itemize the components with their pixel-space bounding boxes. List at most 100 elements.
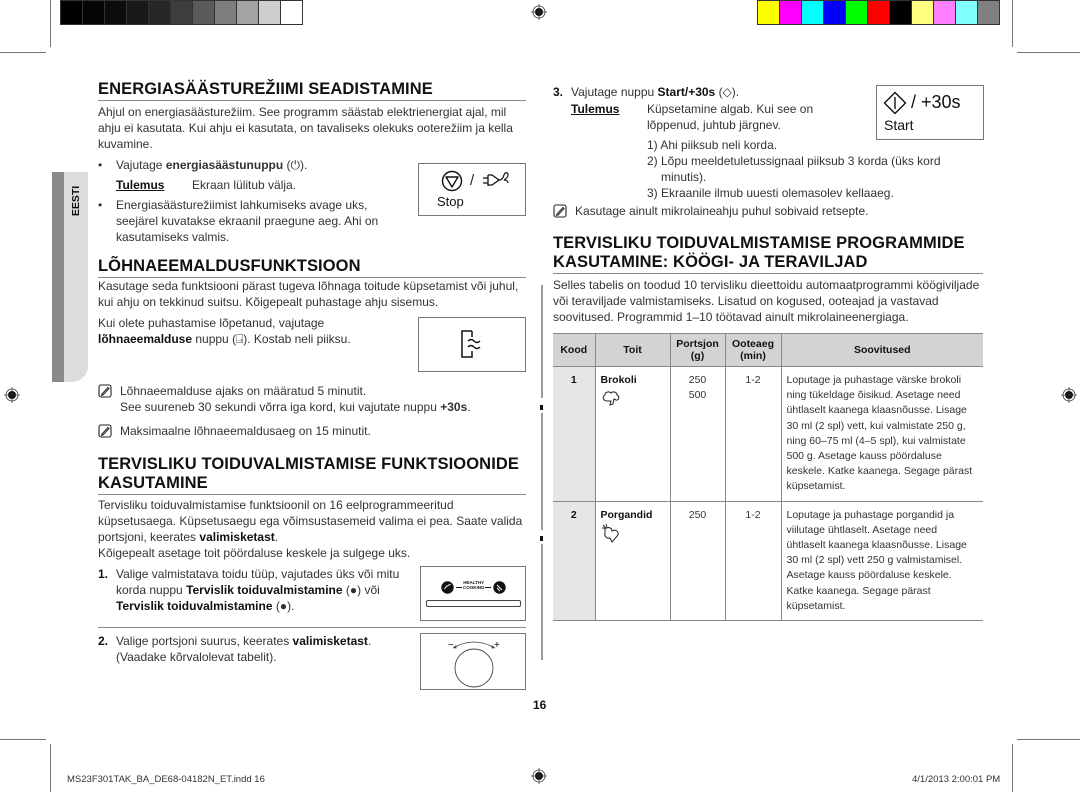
code-cell: 1: [553, 366, 595, 502]
programs-heading: TERVISLIKU TOIDUVALMISTAMISE PROGRAMMIDE…: [553, 234, 983, 274]
healthy-cooking-heading: TERVISLIKU TOIDUVALMISTAMISE FUNKTSIOONI…: [98, 455, 526, 495]
footer-filename: MS23F301TAK_BA_DE68-04182N_ET.indd 16: [67, 774, 265, 785]
table-row: 1 Brokoli 250 500 1-2 Loputage ja puhast…: [553, 366, 983, 502]
odour-note-2: Maksimaalne lõhnaeemaldusaeg on 15 minut…: [98, 423, 528, 439]
column-divider: [541, 285, 543, 398]
calibration-swatch: [171, 1, 192, 24]
column-header: Soovitused: [780, 333, 983, 367]
table-header-row: Kood Toit Portsjon (g) Ooteaeg (min) Soo…: [553, 333, 983, 367]
result-items: 1) Ahi piiksub neli korda. 2) Lõpu meeld…: [647, 137, 977, 201]
healthy-cooking-intro-2: Kõigepealt asetage toit pöördaluse keske…: [98, 546, 411, 560]
calibration-swatch: [281, 1, 302, 24]
result-item: 2) Lõpu meeldetuletussignaal piiksub 3 k…: [647, 154, 941, 184]
odour-instruction: Kui olete puhastamise lõpetanud, vajutag…: [98, 316, 351, 346]
control-panel-strip: [426, 600, 521, 607]
column-header: Portsjon (g): [669, 333, 725, 367]
portion-cell: 250: [669, 501, 725, 622]
result-text: Ekraan lülitub välja.: [192, 178, 297, 192]
energy-result: Tulemus Ekraan lülitub välja.: [116, 177, 416, 193]
registration-mark-icon: [4, 387, 20, 403]
step-divider: [98, 627, 526, 628]
grayscale-calibration-bar: [60, 0, 303, 25]
carrot-icon: [601, 523, 619, 543]
registration-mark-icon: [531, 4, 547, 20]
portion-cell: 250 500: [669, 366, 725, 502]
odour-button-panel: [418, 317, 526, 372]
color-calibration-bar: [757, 0, 1000, 25]
recipes-note: Kasutage ainult mikrolaineahju puhul sob…: [553, 203, 983, 219]
step-3-result: Tulemus Küpsetamine algab. Kui see on lõ…: [571, 101, 861, 133]
calibration-swatch: [802, 1, 823, 24]
dial-panel: − +: [420, 633, 526, 690]
result-label: Tulemus: [571, 102, 620, 116]
stop-button-panel: / Stop: [418, 163, 526, 216]
crop-mark: [0, 739, 46, 740]
footer-timestamp: 4/1/2013 2:00:01 PM: [912, 774, 1001, 785]
registration-mark-icon: [1061, 387, 1077, 403]
side-tab-stripe: [52, 172, 64, 382]
eco-plug-icon: [483, 172, 509, 186]
broccoli-icon: [602, 391, 619, 406]
crop-mark: [50, 0, 51, 47]
healthy-cooking-panel: HEALTHY COOKING: [420, 566, 526, 621]
start-button-panel: / +30s Start: [876, 85, 984, 140]
calibration-swatch: [193, 1, 214, 24]
calibration-swatch: [237, 1, 258, 24]
column-divider: [541, 544, 543, 660]
crop-mark: [50, 744, 51, 792]
note-icon: [553, 204, 567, 218]
step-1: 1. Valige valmistatava toidu tüüp, vajut…: [98, 567, 400, 613]
calibration-swatch: [149, 1, 170, 24]
programs-table: Kood Toit Portsjon (g) Ooteaeg (min) Soo…: [553, 333, 983, 622]
wait-cell: 1-2: [724, 366, 781, 502]
column-divider: [541, 413, 543, 530]
note-icon: [98, 424, 112, 438]
calibration-swatch: [890, 1, 911, 24]
note-icon: [98, 384, 112, 398]
stop-icon: [441, 170, 463, 192]
energy-saving-intro: Ahjul on energiasäästurežiim. See progra…: [98, 105, 513, 151]
energy-bullet-2: • Energiasäästurežiimist lahkumiseks ava…: [98, 198, 379, 244]
vegetable-button-icon: [441, 581, 454, 594]
calibration-swatch: [215, 1, 236, 24]
advice-cell: Loputage ja puhastage värske brokoli nin…: [780, 366, 983, 502]
calibration-swatch: [105, 1, 126, 24]
grain-button-icon: [493, 581, 506, 594]
calibration-swatch: [868, 1, 889, 24]
calibration-swatch: [978, 1, 999, 24]
crop-mark: [1017, 52, 1080, 53]
food-cell: Brokoli: [594, 366, 670, 502]
odour-removal-icon: [461, 330, 481, 358]
result-item: 3) Ekraanile ilmub uuesti olemasolev kel…: [647, 186, 894, 200]
calibration-swatch: [83, 1, 104, 24]
odour-note-1: Lõhnaeemalduse ajaks on määratud 5 minut…: [98, 383, 528, 415]
language-side-tab: EESTI: [52, 172, 88, 382]
result-text: Küpsetamine algab. Kui see on lõppenud, …: [647, 102, 814, 132]
energy-saving-heading: ENERGIASÄÄSTUREŽIIMI SEADISTAMINE: [98, 80, 526, 101]
calibration-swatch: [127, 1, 148, 24]
wait-cell: 1-2: [724, 501, 781, 622]
calibration-swatch: [846, 1, 867, 24]
calibration-swatch: [259, 1, 280, 24]
calibration-swatch: [956, 1, 977, 24]
odour-removal-intro: Kasutage seda funktsiooni pärast tugeva …: [98, 279, 519, 309]
dial-minus-label: −: [448, 640, 454, 651]
food-cell: Porgandid: [594, 501, 670, 622]
crop-mark: [1012, 744, 1013, 792]
result-label: Tulemus: [116, 178, 165, 192]
start-icon: [883, 91, 907, 115]
column-header: Ooteaeg (min): [724, 333, 781, 367]
step-2: 2. Valige portsjoni suurus, keerates val…: [98, 634, 372, 664]
programs-intro: Selles tabelis on toodud 10 tervisliku d…: [553, 278, 980, 324]
calibration-swatch: [758, 1, 779, 24]
table-row: 2 Porgandid 250 1-2 Loputage ja puhastag…: [553, 501, 983, 622]
page-number: 16: [533, 698, 547, 712]
column-header: Toit: [594, 333, 670, 367]
crop-mark: [1017, 739, 1080, 740]
crop-mark: [0, 52, 46, 53]
stop-label: Stop: [437, 194, 464, 209]
calibration-swatch: [780, 1, 801, 24]
calibration-swatch: [912, 1, 933, 24]
calibration-swatch: [824, 1, 845, 24]
column-divider-marker: [540, 405, 543, 410]
